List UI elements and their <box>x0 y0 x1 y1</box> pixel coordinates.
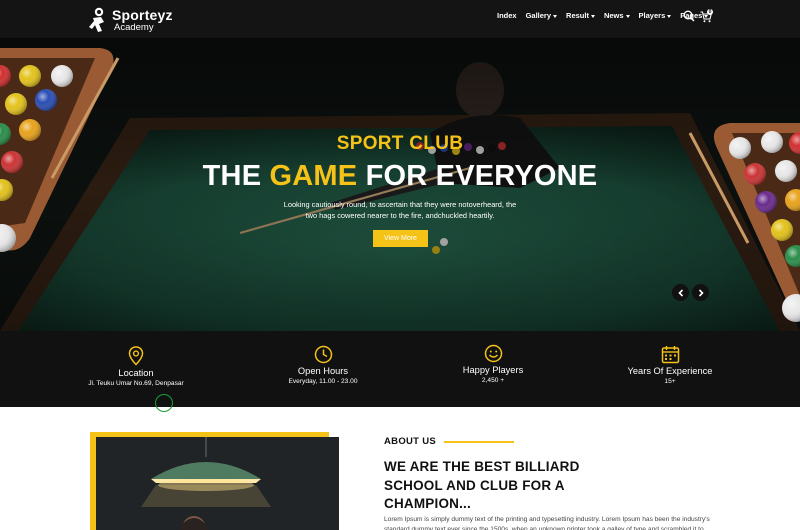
page: Sporteyz Academy Index Gallery Result Ne… <box>0 0 800 530</box>
feature-value: Everyday, 11.00 - 23.00 <box>288 378 358 385</box>
hero-title-post: FOR EVERYONE <box>365 160 598 192</box>
feature-open-hours: Open Hours Everyday, 11.00 - 23.00 <box>263 345 383 385</box>
brand-logo[interactable]: Sporteyz Academy <box>88 7 173 33</box>
nav-item-gallery[interactable]: Gallery <box>525 11 558 20</box>
feature-location: Location Jl. Teuku Umar No.69, Denpasar <box>76 346 196 387</box>
about-heading: WE ARE THE BEST BILLIARD SCHOOL AND CLUB… <box>384 459 580 511</box>
view-more-button[interactable]: View More <box>373 230 428 247</box>
feature-title: Happy Players <box>462 365 524 375</box>
caret-down-icon <box>590 14 595 18</box>
feature-title: Open Hours <box>297 366 349 376</box>
clock-icon <box>314 345 332 364</box>
hero-description: Looking cautiously round, to ascertain t… <box>283 200 517 220</box>
smile-icon <box>484 344 502 363</box>
about-label-underline <box>444 441 514 443</box>
site-header: Sporteyz Academy Index Gallery Result Ne… <box>0 0 800 38</box>
feature-value: Jl. Teuku Umar No.69, Denpasar <box>88 380 184 387</box>
nav-label: Players <box>638 11 666 20</box>
about-photo-image <box>96 437 339 530</box>
chevron-left-icon <box>677 288 683 297</box>
nav-item-result[interactable]: Result <box>566 11 595 20</box>
hero-title-pre: THE <box>202 160 262 192</box>
calendar-icon <box>661 346 679 364</box>
brand-subtitle: Academy <box>114 21 154 33</box>
nav-item-news[interactable]: News <box>604 11 630 20</box>
feature-value: 2,450 + <box>481 377 505 384</box>
slider-next-button[interactable] <box>692 284 709 301</box>
feature-happy-players: Happy Players 2,450 + <box>433 344 553 384</box>
about-text: Lorem Ipsum is simply dummy text of the … <box>384 516 710 530</box>
main-nav: Index Gallery Result News Players Pages <box>497 11 709 20</box>
hero-subtitle: SPORT CLUB <box>336 133 464 154</box>
map-pin-icon <box>128 346 144 366</box>
hero-title-highlight: GAME <box>269 160 358 192</box>
about-label: ABOUT US <box>384 436 437 447</box>
feature-title: Years Of Experience <box>627 366 713 376</box>
nav-label: Result <box>566 11 589 20</box>
nav-label: Gallery <box>525 11 552 20</box>
nav-item-players[interactable]: Players <box>639 11 672 20</box>
nav-label: News <box>603 11 624 20</box>
chevron-right-icon <box>698 288 704 297</box>
feature-title: Location <box>118 368 154 378</box>
feature-value: 15+ <box>664 378 676 385</box>
features-bar: Location Jl. Teuku Umar No.69, Denpasar … <box>0 331 800 407</box>
about-photo <box>96 437 339 530</box>
hero-title: THE GAME FOR EVERYONE <box>0 160 800 193</box>
cart-count-badge: 0 <box>707 9 713 15</box>
caret-down-icon <box>667 14 672 18</box>
feature-experience: Years Of Experience 15+ <box>610 345 730 385</box>
slider-prev-button[interactable] <box>672 284 689 301</box>
nav-item-index[interactable]: Index <box>497 11 517 20</box>
caret-down-icon <box>553 14 558 18</box>
nav-label: Index <box>497 11 517 20</box>
about-section: ABOUT US WE ARE THE BEST BILLIARD SCHOOL… <box>0 407 800 530</box>
hero-slider: SPORT CLUB THE GAME FOR EVERYONE Looking… <box>0 38 800 331</box>
cursor-ring <box>155 394 173 412</box>
runner-icon <box>89 7 104 32</box>
brand-name: Sporteyz <box>112 6 173 23</box>
caret-down-icon <box>625 14 630 18</box>
search-icon[interactable] <box>683 10 695 22</box>
